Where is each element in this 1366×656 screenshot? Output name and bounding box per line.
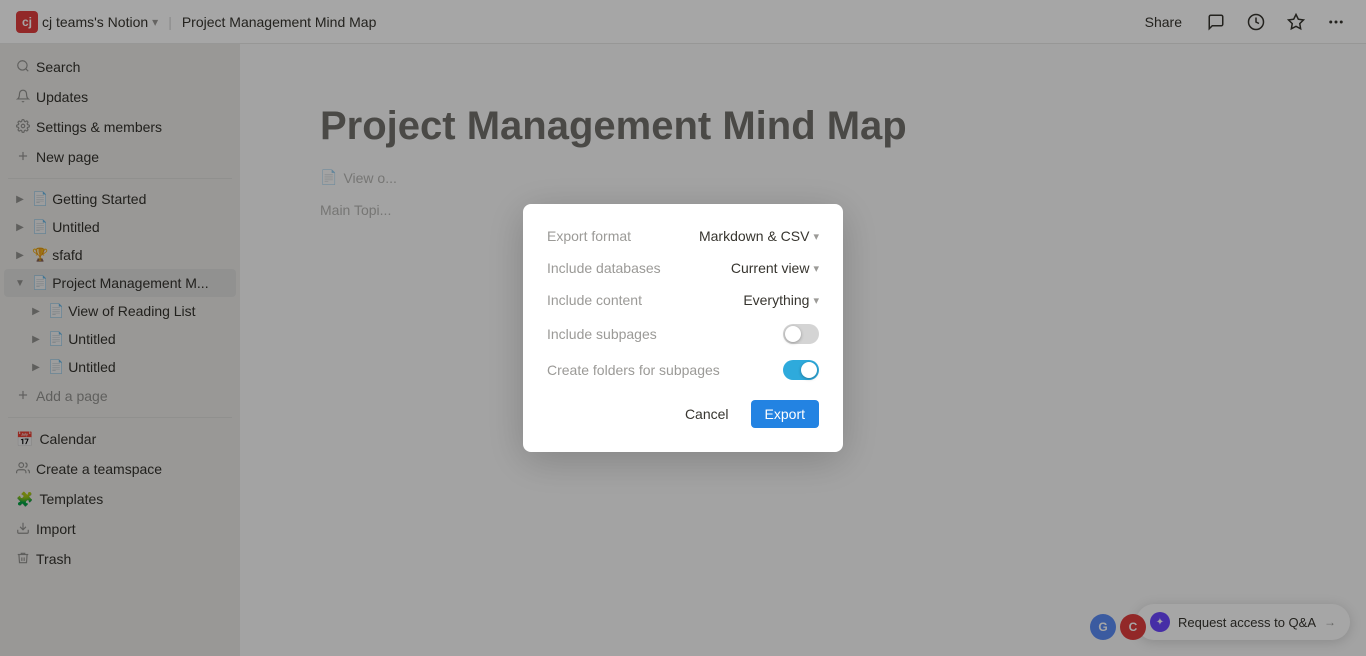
modal-overlay[interactable]: Export format Markdown & CSV ▾ Include d…: [0, 0, 1366, 656]
export-format-dropdown[interactable]: Markdown & CSV ▾: [699, 228, 819, 244]
include-subpages-toggle[interactable]: [783, 324, 819, 344]
create-folders-toggle[interactable]: [783, 360, 819, 380]
include-databases-label: Include databases: [547, 260, 731, 276]
include-content-value: Everything: [743, 292, 809, 308]
dialog-actions: Cancel Export: [547, 400, 819, 428]
cancel-button[interactable]: Cancel: [671, 400, 743, 428]
include-subpages-label: Include subpages: [547, 326, 783, 342]
include-databases-value: Current view: [731, 260, 810, 276]
include-databases-row: Include databases Current view ▾: [547, 260, 819, 276]
export-button[interactable]: Export: [751, 400, 819, 428]
create-folders-row: Create folders for subpages: [547, 360, 819, 380]
export-format-chevron-icon: ▾: [813, 230, 819, 243]
export-format-row: Export format Markdown & CSV ▾: [547, 228, 819, 244]
create-folders-label: Create folders for subpages: [547, 362, 783, 378]
include-subpages-row: Include subpages: [547, 324, 819, 344]
toggle-thumb-icon: [801, 362, 817, 378]
export-format-label: Export format: [547, 228, 699, 244]
toggle-thumb-icon: [785, 326, 801, 342]
export-format-value: Markdown & CSV: [699, 228, 809, 244]
include-content-chevron-icon: ▾: [813, 294, 819, 307]
include-content-label: Include content: [547, 292, 743, 308]
include-content-dropdown[interactable]: Everything ▾: [743, 292, 819, 308]
include-content-row: Include content Everything ▾: [547, 292, 819, 308]
include-databases-dropdown[interactable]: Current view ▾: [731, 260, 819, 276]
export-dialog: Export format Markdown & CSV ▾ Include d…: [523, 204, 843, 452]
include-databases-chevron-icon: ▾: [813, 262, 819, 275]
